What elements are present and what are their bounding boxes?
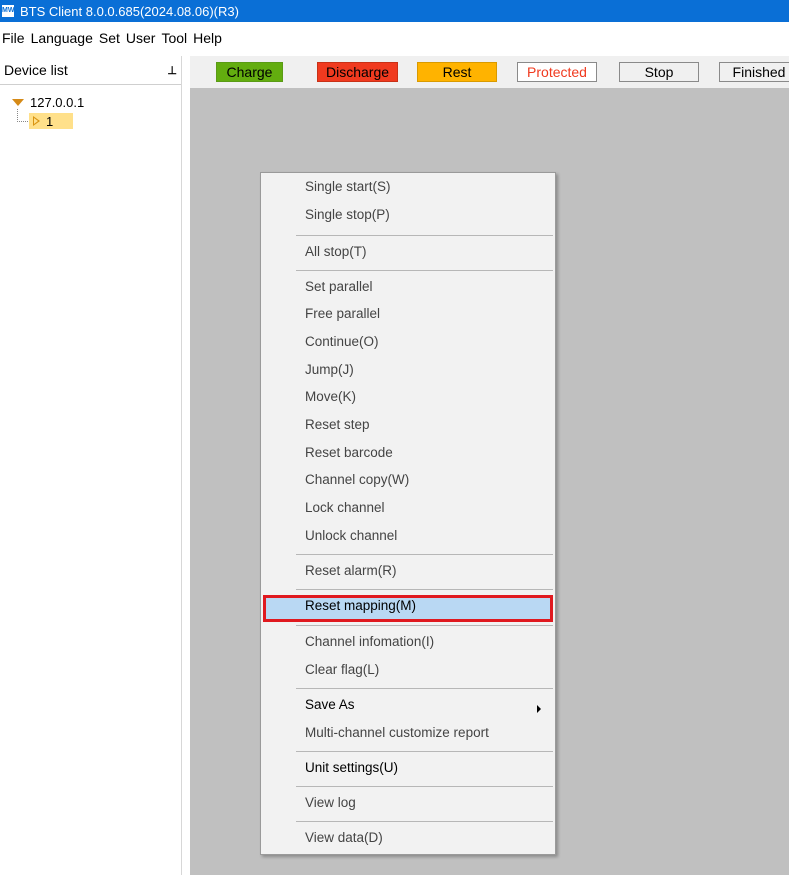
device-list-header: Device list ⊥ <box>0 56 181 85</box>
menu-separator <box>296 589 553 590</box>
menu-tool[interactable]: Tool <box>159 30 191 46</box>
menu-item-reset-barcode[interactable]: Reset barcode <box>305 445 393 460</box>
device-list-title: Device list <box>4 62 68 78</box>
menu-item-move[interactable]: Move(K) <box>305 389 356 404</box>
menu-item-channel-copy[interactable]: Channel copy(W) <box>305 472 409 487</box>
app-icon: MW <box>2 5 14 17</box>
title-bar: MW BTS Client 8.0.0.685(2024.08.06)(R3) <box>0 0 789 22</box>
device-list-panel: Device list ⊥ 127.0.0.1 1 <box>0 56 182 875</box>
menu-help[interactable]: Help <box>191 30 226 46</box>
menu-bar: File Language Set User Tool Help <box>0 27 226 49</box>
tree-connector-line <box>17 109 28 122</box>
menu-item-jump[interactable]: Jump(J) <box>305 362 354 377</box>
menu-separator <box>296 786 553 787</box>
menu-item-view-log[interactable]: View log <box>305 795 356 810</box>
menu-item-all-stop[interactable]: All stop(T) <box>305 244 367 259</box>
status-finished-button[interactable]: Finished <box>719 62 789 82</box>
menu-file[interactable]: File <box>0 30 29 46</box>
status-protected-button[interactable]: Protected <box>517 62 597 82</box>
menu-item-view-data[interactable]: View data(D) <box>305 830 383 845</box>
tree-node-channel[interactable]: 1 <box>29 113 73 129</box>
menu-separator <box>296 270 553 271</box>
menu-user[interactable]: User <box>124 30 160 46</box>
menu-separator <box>296 554 553 555</box>
play-icon <box>33 116 40 126</box>
menu-set[interactable]: Set <box>97 30 124 46</box>
menu-item-reset-step[interactable]: Reset step <box>305 417 370 432</box>
expand-arrow-icon[interactable] <box>12 99 24 106</box>
menu-separator <box>296 821 553 822</box>
status-stop-button[interactable]: Stop <box>619 62 699 82</box>
menu-item-single-start[interactable]: Single start(S) <box>305 179 391 194</box>
status-legend-bar: Charge Discharge Rest Protected Stop Fin… <box>190 56 789 88</box>
menu-language[interactable]: Language <box>29 30 97 46</box>
window-title: BTS Client 8.0.0.685(2024.08.06)(R3) <box>20 3 239 19</box>
menu-item-unlock-channel[interactable]: Unlock channel <box>305 528 397 543</box>
menu-item-free-parallel[interactable]: Free parallel <box>305 306 380 321</box>
menu-item-channel-information[interactable]: Channel infomation(I) <box>305 634 434 649</box>
menu-item-unit-settings[interactable]: Unit settings(U) <box>305 760 398 775</box>
menu-item-save-as[interactable]: Save As <box>305 697 355 712</box>
menu-item-lock-channel[interactable]: Lock channel <box>305 500 385 515</box>
menu-separator <box>296 625 553 626</box>
submenu-arrow-icon <box>537 705 541 713</box>
status-discharge-button[interactable]: Discharge <box>317 62 398 82</box>
tree-node-label: 127.0.0.1 <box>30 95 85 110</box>
status-charge-button[interactable]: Charge <box>216 62 283 82</box>
menu-item-continue[interactable]: Continue(O) <box>305 334 379 349</box>
menu-item-clear-flag[interactable]: Clear flag(L) <box>305 662 379 677</box>
menu-item-reset-mapping[interactable]: Reset mapping(M) <box>305 598 416 613</box>
menu-separator <box>296 751 553 752</box>
menu-item-reset-alarm[interactable]: Reset alarm(R) <box>305 563 397 578</box>
status-rest-button[interactable]: Rest <box>417 62 497 82</box>
menu-separator <box>296 688 553 689</box>
channel-label: 1 <box>46 113 54 129</box>
menu-item-set-parallel[interactable]: Set parallel <box>305 279 373 294</box>
menu-separator <box>296 235 553 236</box>
menu-item-single-stop[interactable]: Single stop(P) <box>305 207 390 222</box>
pin-icon[interactable]: ⊥ <box>167 64 177 77</box>
context-menu: Single start(S) Single stop(P) All stop(… <box>260 172 556 855</box>
menu-item-multi-channel-report[interactable]: Multi-channel customize report <box>305 725 489 740</box>
tree-node-host[interactable]: 127.0.0.1 <box>12 95 84 110</box>
